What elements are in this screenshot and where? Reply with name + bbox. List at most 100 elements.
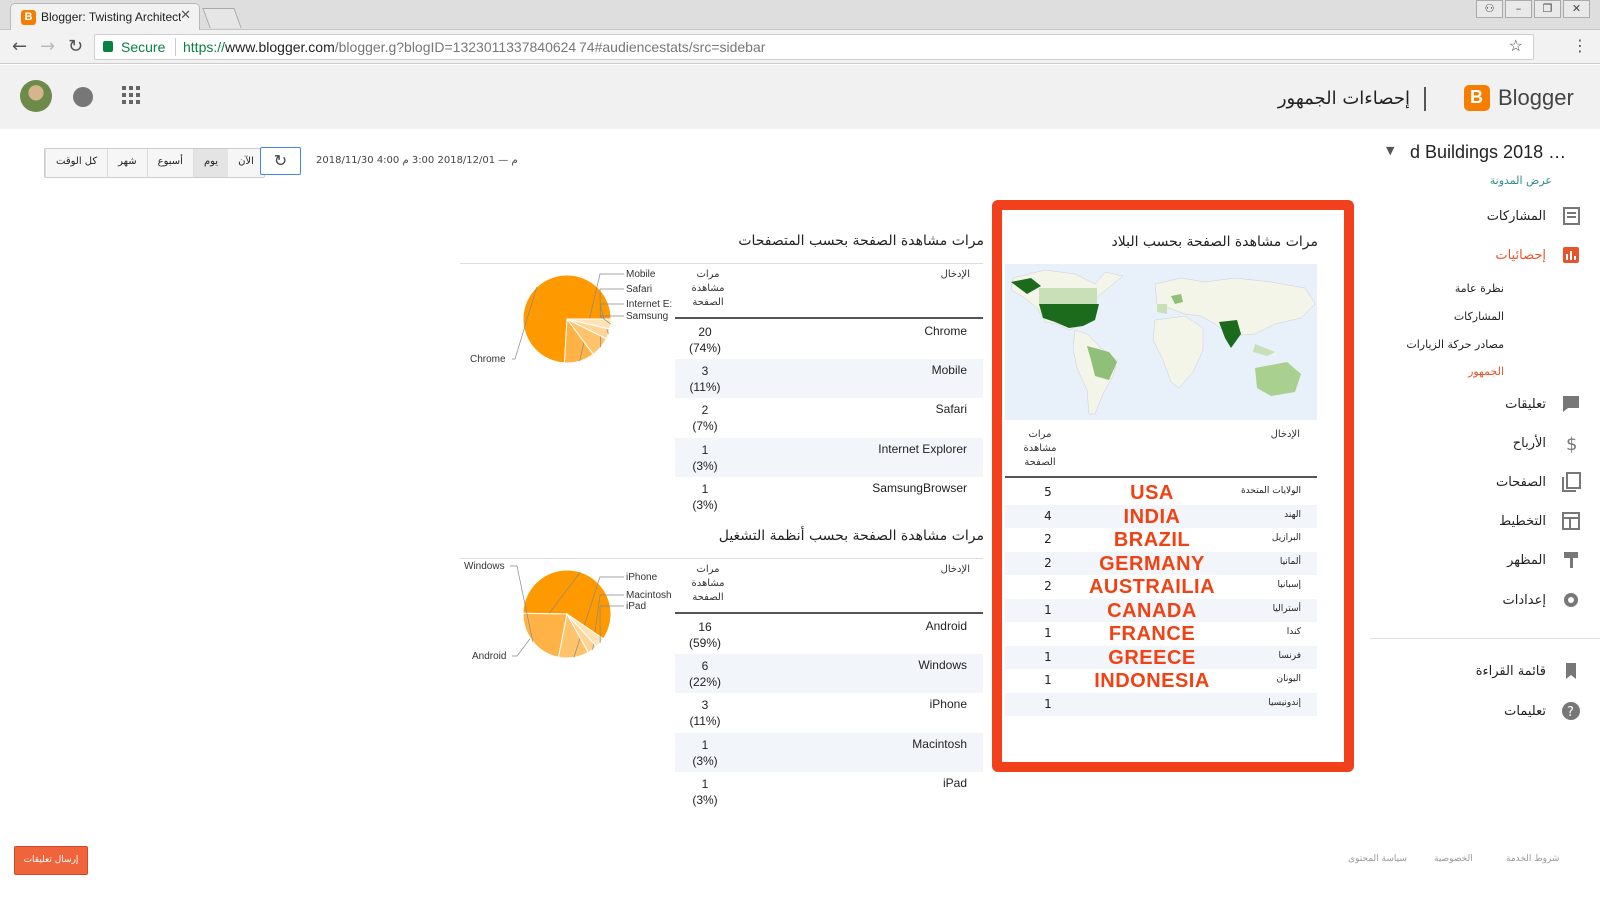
sidebar-sub-posts[interactable]: المشاركات (1454, 310, 1504, 323)
sidebar-item-stats[interactable]: إحصائيات (1384, 242, 1584, 270)
row-entry: Windows (918, 658, 967, 673)
row-entry: Safari (935, 402, 967, 417)
forward-arrow-icon[interactable]: → (40, 36, 55, 57)
browser-menu-icon[interactable]: ⋮ (1572, 36, 1588, 55)
country-views: 2 (1044, 532, 1052, 546)
blogger-logo-icon[interactable] (1464, 85, 1490, 111)
range-day-button[interactable]: يوم (192, 149, 229, 177)
blog-selector-caret-icon[interactable]: ▼ (1386, 144, 1394, 157)
send-feedback-button[interactable]: إرسال تعليقات (14, 846, 88, 875)
content-policy-link[interactable]: سياسة المحتوى (1348, 854, 1407, 864)
notifications-bell-icon[interactable] (73, 87, 93, 107)
range-month-button[interactable]: شهر (107, 149, 147, 177)
row-entry: Macintosh (912, 736, 967, 751)
row-views: 16 (59%) (683, 619, 727, 651)
sidebar-sub-audience[interactable]: الجمهور (1468, 365, 1504, 378)
profile-window-icon[interactable]: ⚇ (1476, 0, 1503, 18)
url-divider (175, 38, 176, 56)
back-arrow-icon[interactable]: ← (12, 36, 27, 57)
row-entry: SamsungBrowser (872, 480, 967, 495)
range-week-button[interactable]: أسبوع (146, 149, 193, 177)
minimize-icon[interactable]: – (1505, 0, 1532, 18)
table-row: Chrome 20 (74%) (675, 320, 983, 359)
sidebar-item-help[interactable]: تعليمات ? (1384, 698, 1584, 726)
app-header: إحصاءات الجمهور Blogger (0, 65, 1600, 129)
table-row: Internet Explorer 1 (3%) (675, 437, 983, 477)
range-all-time-button[interactable]: كل الوقت (45, 149, 108, 177)
url-scheme: https:// (183, 39, 226, 55)
browser-tab-bar: B Blogger: Twisting Architectu ✕ ⚇ – ❐ ✕ (0, 0, 1600, 30)
country-views: 1 (1044, 602, 1052, 617)
row-count: 2 (701, 403, 709, 418)
sidebar-item-label: المظهر (1507, 553, 1546, 568)
sidebar-item-label: تعليمات (1504, 704, 1546, 719)
pages-icon (1562, 472, 1581, 492)
os-pie-chart: Android Windows iPhone MacintoshiPad (464, 561, 672, 662)
country-views: 1 (1044, 673, 1052, 687)
brand-name[interactable]: Blogger (1498, 85, 1574, 111)
country-annotation: CANADA (1107, 599, 1197, 622)
sidebar-sub-traffic-sources[interactable]: مصادر حركة الزيارات (1406, 338, 1504, 351)
pie-label: Internet E: (626, 299, 672, 310)
row-percent: (22%) (688, 675, 721, 690)
sidebar-item-pages[interactable]: الصفحات (1384, 469, 1584, 497)
sidebar-divider (1370, 638, 1600, 639)
sidebar-item-label: إحصائيات (1495, 248, 1546, 263)
url-host: www.blogger.com (225, 39, 335, 55)
row-percent: (11%) (689, 380, 721, 395)
row-count: 16 (698, 620, 712, 634)
browser-tab[interactable]: B Blogger: Twisting Architectu ✕ (10, 3, 200, 30)
refresh-button[interactable]: ↻ (260, 147, 301, 175)
tab-close-icon[interactable]: ✕ (180, 8, 191, 23)
sidebar-item-layout[interactable]: التخطيط (1384, 508, 1584, 536)
sidebar-item-label: المشاركات (1486, 209, 1546, 224)
row-entry: iPad (942, 775, 967, 790)
os-col-entry: الإدخال (940, 564, 970, 575)
privacy-link[interactable]: الخصوصية (1434, 854, 1473, 864)
row-views: 1 (3%) (683, 737, 727, 769)
blog-selector[interactable]: d Buildings 2018 … (1410, 142, 1566, 163)
sidebar-item-reading-list[interactable]: قائمة القراءة (1384, 658, 1584, 686)
browsers-header-rule (675, 317, 983, 319)
avatar[interactable] (20, 80, 52, 112)
browsers-col-views: مرات مشاهدة الصفحة (691, 269, 725, 308)
row-count: 1 (701, 442, 709, 457)
date-range-text: 2018/11/30 4:00 م — 2018/12/01 3:00 م (316, 155, 518, 166)
sidebar-item-posts[interactable]: المشاركات (1384, 203, 1584, 231)
view-blog-link[interactable]: عرض المدونة (1460, 174, 1552, 187)
range-now-button[interactable]: الآن (228, 149, 264, 177)
url-field[interactable]: Secure https://www.blogger.com/blogger.g… (94, 34, 1534, 60)
country-name: إندونيسيا (1268, 697, 1301, 708)
table-row: iPad 1 (3%) (675, 772, 983, 811)
close-window-icon[interactable]: ✕ (1563, 0, 1590, 18)
row-percent: (3%) (692, 458, 718, 473)
reload-icon[interactable]: ↻ (68, 36, 83, 57)
layout-icon (1562, 512, 1580, 530)
restore-icon[interactable]: ❐ (1534, 0, 1561, 18)
sidebar-item-comments[interactable]: تعليقات (1384, 391, 1584, 419)
apps-grid-icon[interactable] (122, 86, 140, 104)
row-views: 3 (11%) (683, 363, 727, 395)
terms-link[interactable]: شروط الخدمة (1506, 854, 1559, 864)
row-entry: Chrome (924, 324, 967, 338)
sidebar-item-settings[interactable]: إعدادات (1384, 587, 1584, 615)
row-views: 20 (74%) (683, 324, 727, 356)
row-views: 1 (3%) (683, 442, 727, 474)
earnings-icon: $ (1566, 434, 1577, 454)
new-tab-button[interactable] (202, 8, 242, 28)
row-entry: Android (925, 619, 967, 633)
bookmark-star-icon[interactable]: ☆ (1509, 35, 1523, 59)
posts-icon (1563, 207, 1580, 225)
pie-label: Mobile (626, 269, 656, 280)
row-percent: (3%) (692, 753, 718, 768)
row-views: 6 (22%) (683, 658, 727, 690)
os-panel-title: مرات مشاهدة الصفحة بحسب أنظمة التشغيل (718, 528, 984, 544)
sidebar-item-label: الصفحات (1495, 475, 1546, 490)
sidebar-item-theme[interactable]: المظهر (1384, 547, 1584, 575)
table-row: iPhone 3 (11%) (675, 693, 983, 732)
page-title: إحصاءات الجمهور (1277, 88, 1410, 109)
row-count: 20 (698, 325, 712, 339)
sidebar-sub-overview[interactable]: نظرة عامة (1455, 282, 1504, 295)
sidebar-item-earnings[interactable]: الأرباح $ (1384, 430, 1584, 458)
row-count: 3 (701, 698, 709, 713)
